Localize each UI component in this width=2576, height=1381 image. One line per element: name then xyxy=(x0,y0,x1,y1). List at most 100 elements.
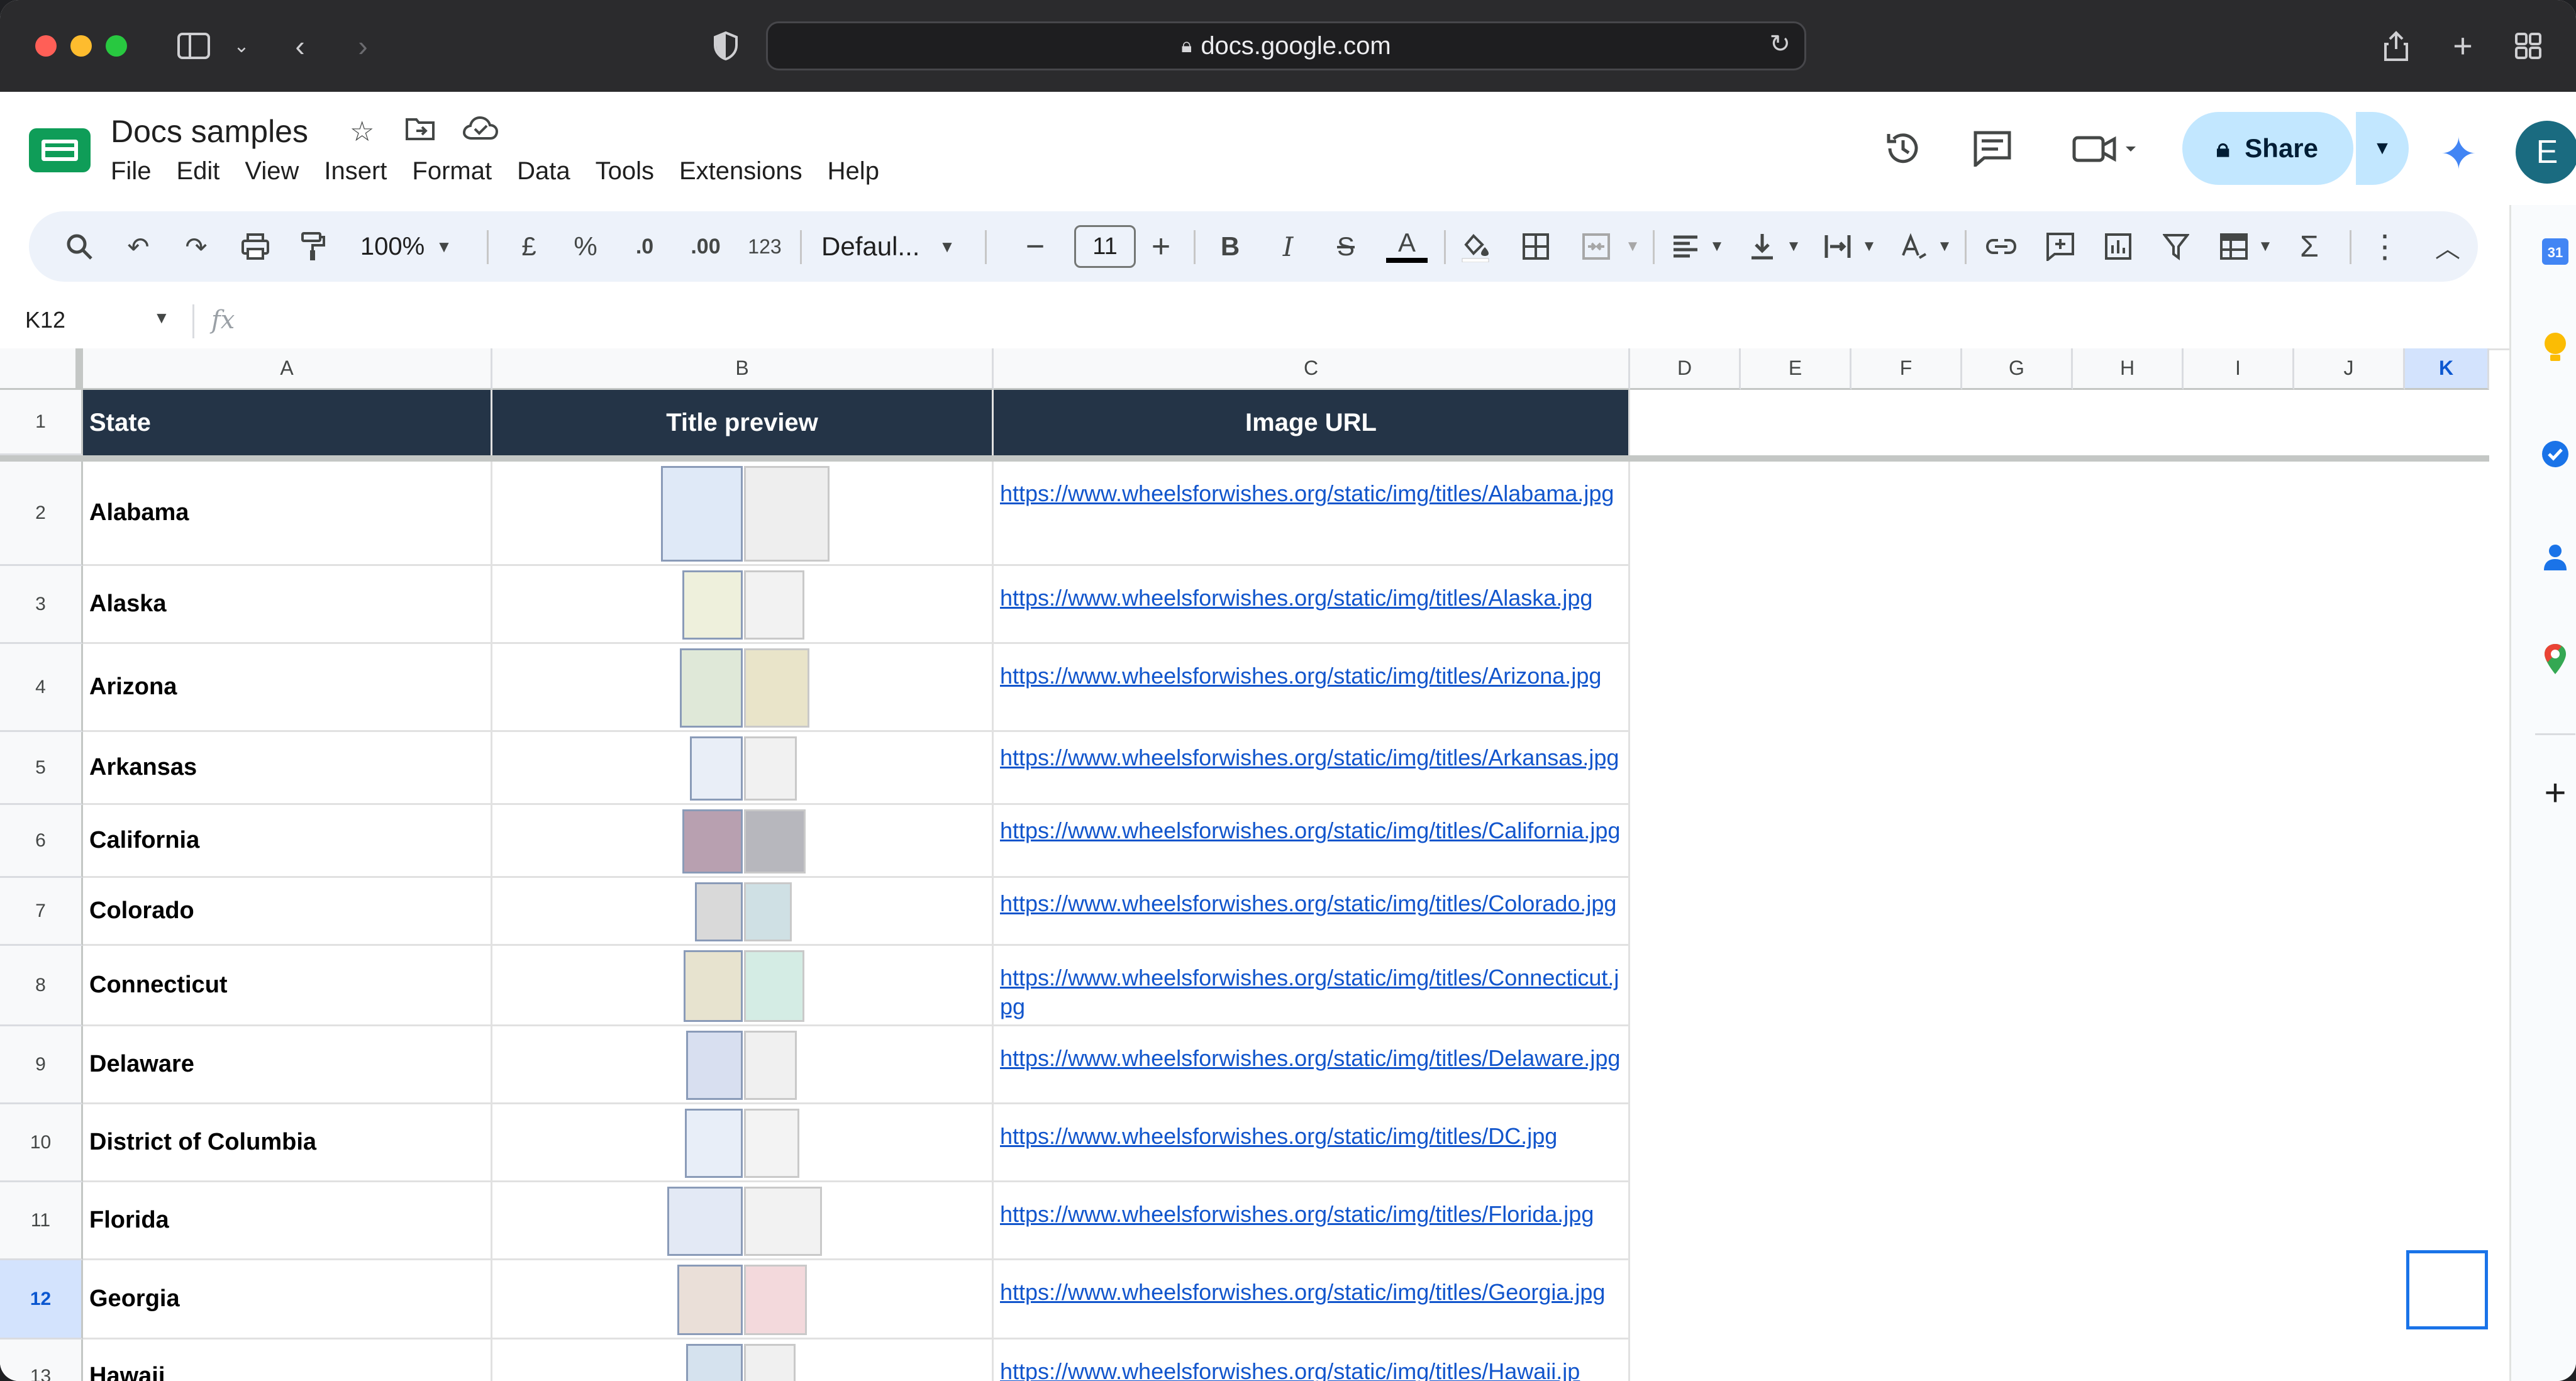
empty-cell[interactable] xyxy=(2184,732,2294,805)
cell-image-url-link[interactable]: https://www.wheelsforwishes.org/static/i… xyxy=(994,644,1630,732)
cell-state[interactable]: Georgia xyxy=(83,1260,492,1339)
menu-format[interactable]: Format xyxy=(412,157,504,186)
empty-cell[interactable] xyxy=(2073,732,2184,805)
empty-cell[interactable] xyxy=(1852,1260,1962,1339)
keep-icon[interactable] xyxy=(2536,328,2574,366)
gemini-sparkle-icon[interactable]: ✦ xyxy=(2440,128,2477,180)
empty-cell[interactable] xyxy=(2405,1026,2489,1104)
empty-cell[interactable] xyxy=(2184,1182,2294,1260)
maps-icon[interactable] xyxy=(2536,640,2574,678)
empty-cell[interactable] xyxy=(1741,462,1852,566)
empty-cell[interactable] xyxy=(2405,1104,2489,1182)
comments-icon[interactable] xyxy=(1967,123,2018,174)
strikethrough-button[interactable]: S xyxy=(1327,211,1365,282)
empty-cell[interactable] xyxy=(1962,732,2073,805)
tasks-icon[interactable] xyxy=(2536,435,2574,473)
header-cell-state[interactable]: State xyxy=(83,390,492,455)
empty-cell[interactable] xyxy=(2184,878,2294,946)
empty-cell[interactable] xyxy=(1962,1026,2073,1104)
row-header[interactable]: 8 xyxy=(0,946,83,1026)
empty-cell[interactable] xyxy=(2073,1339,2184,1381)
vertical-align-icon[interactable] xyxy=(1743,211,1781,282)
empty-cell[interactable] xyxy=(2294,462,2405,566)
currency-format-button[interactable]: £ xyxy=(513,211,545,282)
empty-cell[interactable] xyxy=(2184,946,2294,1026)
calendar-icon[interactable]: 31 xyxy=(2536,233,2574,270)
empty-cell[interactable] xyxy=(2405,1182,2489,1260)
row-header[interactable]: 7 xyxy=(0,878,83,946)
column-header-d[interactable]: D xyxy=(1630,348,1741,390)
row-header[interactable]: 9 xyxy=(0,1026,83,1104)
cell-title-preview[interactable] xyxy=(492,1260,994,1339)
font-size-input[interactable]: 11 xyxy=(1074,225,1136,268)
share-options-chevron-icon[interactable]: ▼ xyxy=(2356,112,2409,185)
row-header[interactable]: 10 xyxy=(0,1104,83,1182)
minimize-window-button[interactable] xyxy=(70,35,92,57)
empty-cell[interactable] xyxy=(2184,1260,2294,1339)
empty-cell[interactable] xyxy=(1741,644,1852,732)
insert-link-icon[interactable] xyxy=(1982,211,2020,282)
cell-state[interactable]: Colorado xyxy=(83,878,492,946)
empty-cell[interactable] xyxy=(1630,1339,1741,1381)
empty-cell[interactable] xyxy=(2294,1339,2405,1381)
empty-cell[interactable] xyxy=(2405,732,2489,805)
menu-view[interactable]: View xyxy=(245,157,311,186)
column-header-f[interactable]: F xyxy=(1852,348,1962,390)
font-size-decrease-icon[interactable]: − xyxy=(1016,211,1054,282)
sheets-logo[interactable] xyxy=(29,128,91,172)
cloud-status-icon[interactable] xyxy=(462,116,499,148)
empty-cell[interactable] xyxy=(1630,462,1741,566)
empty-cell[interactable] xyxy=(2184,805,2294,878)
cell-image-url-link[interactable]: https://www.wheelsforwishes.org/static/i… xyxy=(994,566,1630,644)
horizontal-align-icon[interactable] xyxy=(1667,211,1704,282)
empty-cell[interactable] xyxy=(2294,732,2405,805)
privacy-shield-icon[interactable] xyxy=(708,25,743,67)
empty-cell[interactable] xyxy=(1630,946,1741,1026)
search-menus-icon[interactable] xyxy=(60,211,98,282)
filter-icon[interactable] xyxy=(2157,211,2195,282)
frozen-row-divider[interactable] xyxy=(0,455,2489,462)
menu-file[interactable]: File xyxy=(111,157,164,186)
empty-cell[interactable] xyxy=(1852,1339,1962,1381)
share-button[interactable]: 🔒︎ Share xyxy=(2182,112,2353,185)
empty-cell[interactable] xyxy=(1962,946,2073,1026)
empty-cell[interactable] xyxy=(2073,878,2184,946)
get-add-ons-icon[interactable]: + xyxy=(2536,772,2574,814)
share-page-icon[interactable] xyxy=(2377,25,2415,67)
cell-image-url-link[interactable]: https://www.wheelsforwishes.org/static/i… xyxy=(994,1026,1630,1104)
cell-state[interactable]: Alabama xyxy=(83,462,492,566)
empty-cell[interactable] xyxy=(2294,644,2405,732)
empty-cell[interactable] xyxy=(1630,1026,1741,1104)
empty-cell[interactable] xyxy=(2405,878,2489,946)
empty-cell[interactable] xyxy=(1630,805,1741,878)
empty-cell[interactable] xyxy=(1630,878,1741,946)
cell-state[interactable]: Florida xyxy=(83,1182,492,1260)
empty-cell[interactable] xyxy=(1741,1026,1852,1104)
row-header[interactable]: 11 xyxy=(0,1182,83,1260)
reload-icon[interactable]: ↻ xyxy=(1769,30,1790,58)
header-cell-title-preview[interactable]: Title preview xyxy=(492,390,994,455)
document-title[interactable]: Docs samples xyxy=(111,113,308,150)
empty-cell[interactable] xyxy=(2073,946,2184,1026)
address-bar[interactable]: 🔒︎ docs.google.com ↻ xyxy=(766,21,1806,70)
empty-cell[interactable] xyxy=(2294,878,2405,946)
empty-cell[interactable] xyxy=(2294,1026,2405,1104)
more-options-icon[interactable]: ⋮ xyxy=(2366,211,2404,282)
cell-image-url-link[interactable]: https://www.wheelsforwishes.org/static/i… xyxy=(994,805,1630,878)
row-header[interactable]: 13 xyxy=(0,1339,83,1381)
empty-cell[interactable] xyxy=(2073,1104,2184,1182)
new-tab-icon[interactable]: + xyxy=(2444,25,2482,67)
formula-input[interactable] xyxy=(264,301,2465,342)
cell-state[interactable]: Arizona xyxy=(83,644,492,732)
row-header[interactable]: 3 xyxy=(0,566,83,644)
empty-cell[interactable] xyxy=(2405,1339,2489,1381)
redo-icon[interactable]: ↷ xyxy=(177,211,215,282)
row-header[interactable]: 4 xyxy=(0,644,83,732)
name-box-caret-icon[interactable]: ▼ xyxy=(153,308,170,328)
font-size-increase-icon[interactable]: + xyxy=(1142,211,1180,282)
empty-cell[interactable] xyxy=(1741,1339,1852,1381)
empty-cell[interactable] xyxy=(1741,805,1852,878)
empty-cell[interactable] xyxy=(1852,946,1962,1026)
cell-title-preview[interactable] xyxy=(492,1026,994,1104)
valign-caret-icon[interactable]: ▼ xyxy=(1781,211,1806,282)
